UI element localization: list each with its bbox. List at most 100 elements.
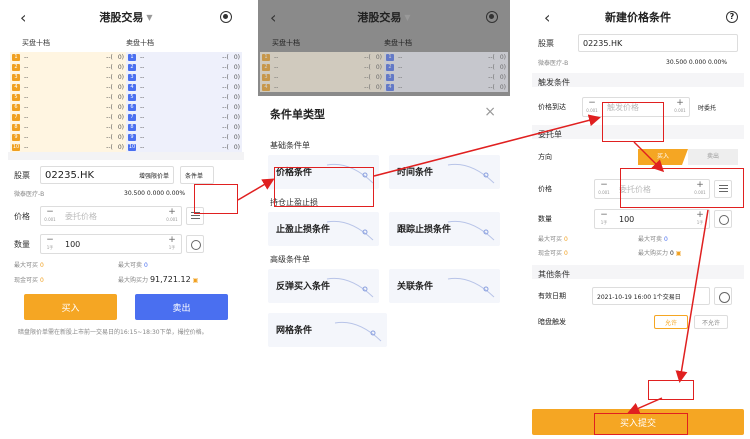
trigger-plus-button[interactable]: +0.001	[671, 99, 689, 115]
price-dash: --	[274, 63, 279, 71]
back-icon[interactable]: ‹	[544, 8, 550, 27]
qty-plus-button[interactable]: +1手	[163, 236, 181, 252]
price-plus-button[interactable]: +0.001	[163, 208, 181, 224]
order-count: 0)	[375, 53, 382, 61]
pie-chart-icon[interactable]	[714, 210, 732, 228]
max-buy-label: 最大可买	[14, 262, 39, 269]
cash-buy: 0	[39, 277, 44, 284]
condition-card[interactable]: 网格条件	[268, 313, 387, 347]
condition-card-label: 时间条件	[397, 168, 434, 178]
cash-buy: 0	[563, 250, 568, 257]
condition-groups: 基础条件单 价格条件 时间条件 持仓止盈止损 止盈止损条件 跟踪止损条件 高级条件单 反弹买入…	[258, 132, 510, 347]
info-icon[interactable]: ▣	[676, 250, 682, 257]
price-input[interactable]: 委托价格	[59, 211, 163, 222]
qty-input[interactable]: 100	[613, 215, 691, 224]
price-dash: --	[398, 63, 403, 71]
qty-plus-button[interactable]: +1手	[691, 211, 709, 227]
order-count: 0)	[233, 63, 240, 71]
bid-header: 买盘十档	[22, 39, 50, 47]
price-dash: --	[274, 83, 279, 91]
order-count: 0)	[117, 53, 124, 61]
stock-label: 股票	[14, 170, 30, 180]
trigger-section-header: 触发条件	[532, 73, 744, 87]
qty-row: 数量 −1手 100 +1手	[532, 209, 744, 229]
price-dash: --	[140, 133, 145, 141]
settings-icon[interactable]	[220, 11, 232, 23]
sell-button[interactable]: 卖出	[135, 294, 228, 320]
volume-dash: --(	[222, 63, 229, 71]
trigger-minus-button[interactable]: −0.001	[583, 99, 601, 115]
pie-chart-icon[interactable]	[186, 235, 204, 253]
back-icon[interactable]: ‹	[20, 8, 26, 27]
price-stepper[interactable]: −0.001 委托价格 +0.001	[40, 206, 182, 226]
condition-order-button[interactable]: 条件单	[180, 166, 214, 184]
qty-minus-button[interactable]: −1手	[41, 236, 59, 252]
volume-dash: --(	[488, 73, 495, 81]
chevron-down-icon[interactable]: ▼	[146, 13, 152, 22]
help-icon[interactable]: ?	[726, 11, 738, 23]
condition-card[interactable]: 止盈止损条件	[268, 212, 379, 246]
info-icon[interactable]: ▣	[193, 277, 199, 284]
close-icon[interactable]: ×	[484, 104, 496, 120]
price-dash: --	[24, 73, 29, 81]
settings-icon[interactable]	[486, 11, 498, 23]
order-count: 0)	[233, 83, 240, 91]
order-book: 1 -- --(0) 2 -- --(0) 3 -- --(0) 4 -- --(0) 5 -- --(0)…	[8, 52, 244, 152]
price-dash: --	[24, 83, 29, 91]
depth-row: 6 -- --(0)	[128, 102, 240, 112]
direction-label: 方向	[538, 153, 552, 161]
price-minus-button[interactable]: −0.001	[41, 208, 59, 224]
dark-trigger-label: 暗盘触发	[538, 318, 566, 326]
condition-card[interactable]: 关联条件	[389, 269, 500, 303]
condition-card[interactable]: 反弹买入条件	[268, 269, 379, 303]
allow-option[interactable]: 允许	[654, 315, 688, 329]
direction-buy[interactable]: 买入	[638, 149, 688, 165]
qty-stepper[interactable]: −1手 100 +1手	[594, 209, 710, 229]
depth-row: 3 -- --(0)	[12, 72, 124, 82]
clock-icon[interactable]	[714, 287, 732, 305]
valid-date-input[interactable]: 2021-10-19 16:00 1个交易日	[592, 287, 710, 305]
condition-card[interactable]: 时间条件	[389, 155, 500, 189]
max-sell-label: 最大可卖	[638, 236, 663, 243]
stock-input[interactable]: 02235.HK	[578, 34, 738, 52]
step-label: 1手	[46, 245, 54, 250]
price-minus-button[interactable]: −0.001	[595, 181, 613, 197]
back-icon[interactable]: ‹	[270, 8, 276, 27]
disallow-option[interactable]: 不允许	[694, 315, 728, 329]
depth-row: 3 -- --(0)	[128, 72, 240, 82]
card-row: 止盈止损条件 跟踪止损条件	[258, 212, 510, 246]
volume-dash: --(	[222, 133, 229, 141]
step-label: 1手	[696, 220, 704, 225]
depth-row: 2 -- --(0)	[262, 62, 382, 72]
volume-dash: --(	[222, 83, 229, 91]
order-count: 0)	[375, 73, 382, 81]
condition-card[interactable]: 跟踪止损条件	[389, 212, 500, 246]
depth-row: 4 -- --(0)	[128, 82, 240, 92]
price-dash: --	[398, 53, 403, 61]
level-number: 8	[12, 123, 20, 131]
qty-input[interactable]: 100	[59, 240, 163, 249]
order-count: 0)	[117, 143, 124, 151]
volume-dash: --(	[222, 123, 229, 131]
level-number: 4	[128, 83, 136, 91]
price-dash: --	[24, 103, 29, 111]
volume-dash: --(	[222, 103, 229, 111]
quote: 30.500 0.000 0.00%	[124, 190, 186, 197]
max-power-label: 最大购买力	[118, 277, 149, 284]
volume-dash: --(	[106, 93, 113, 101]
chevron-down-icon[interactable]: ▼	[404, 13, 410, 22]
buy-button[interactable]: 买入	[24, 294, 117, 320]
depth-row: 9 -- --(0)	[128, 132, 240, 142]
order-type[interactable]: 增强限价单	[139, 171, 169, 180]
level-number: 7	[128, 113, 136, 121]
order-count: 0)	[117, 103, 124, 111]
header: ‹ 港股交易 ▼	[258, 0, 510, 34]
max-power: 0	[669, 250, 674, 257]
qty-minus-button[interactable]: −1手	[595, 211, 613, 227]
price-dash: --	[140, 123, 145, 131]
qty-stepper[interactable]: −1手 100 +1手	[40, 234, 182, 254]
stock-input[interactable]: 02235.HK 增强限价单	[40, 166, 174, 184]
volume-dash: --(	[222, 143, 229, 151]
price-label: 价格	[14, 211, 30, 221]
direction-sell[interactable]: 卖出	[688, 149, 738, 165]
